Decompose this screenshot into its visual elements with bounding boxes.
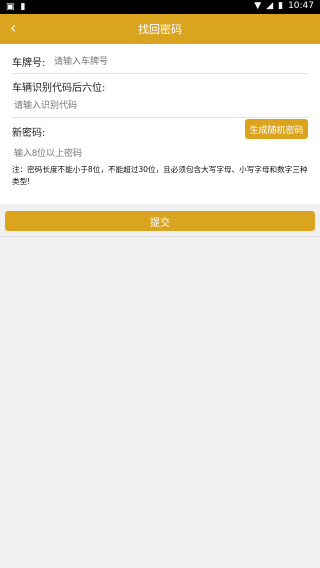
notification-box-icon: ▣ [6,2,15,12]
sim-card-icon: ▮ [20,2,26,12]
submit-button[interactable]: 提交 [5,211,315,231]
wifi-icon: ▼ [254,1,262,11]
password-input[interactable] [14,146,234,160]
password-label: 新密码: [12,128,46,139]
vin-input[interactable] [14,98,234,112]
divider [0,236,320,237]
battery-icon: ▮ [278,1,284,11]
plate-row: 车牌号: [12,44,308,74]
plate-label: 车牌号: [12,58,46,69]
vin-label: 车辆识别代码后六位: [12,83,106,94]
generate-password-button[interactable]: 生成随机密码 [245,119,308,139]
vin-row: 车辆识别代码后六位: [12,74,308,118]
status-bar: ▣ ▮ ▼ ◢ ▮ 10:47 [0,0,320,14]
status-time: 10:47 [288,1,314,11]
app-header: ‹ 找回密码 [0,14,320,44]
signal-icon: ◢ [266,1,274,11]
password-note: 注：密码长度不能小于8位，不能超过30位，且必须包含大写字母、小写字母和数字三种… [12,164,308,188]
plate-input[interactable] [54,54,254,68]
page-title: 找回密码 [138,23,182,36]
